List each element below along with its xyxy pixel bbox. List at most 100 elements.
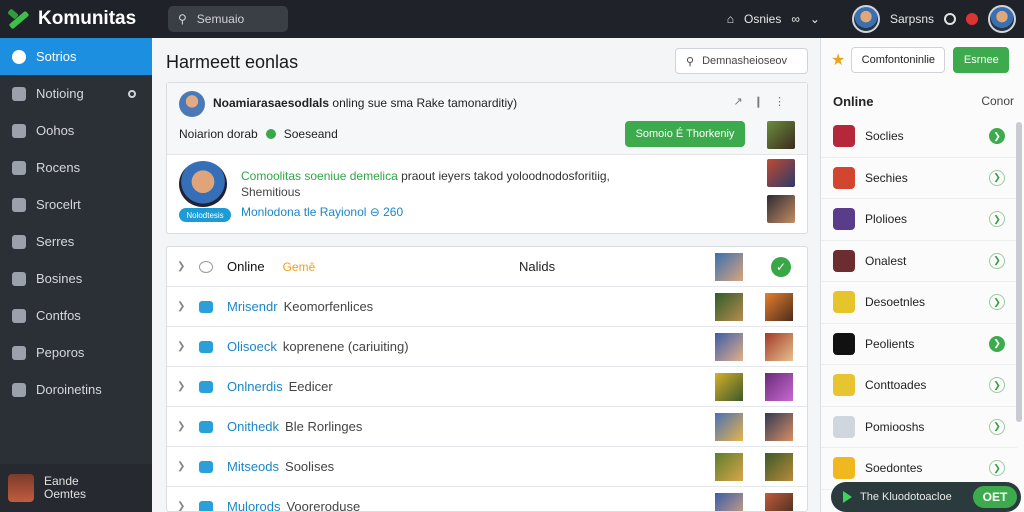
- content-search[interactable]: ⚲ Demnasheioseov: [675, 48, 808, 74]
- item-icon: [12, 234, 26, 249]
- sidebar-item-3[interactable]: Rocens: [0, 149, 152, 186]
- group-icon: [833, 208, 855, 231]
- sidebar-item-4[interactable]: Srocelrt: [0, 186, 152, 223]
- chevron-right-icon: ❯: [177, 421, 186, 432]
- online-item[interactable]: Pomiooshs ❯: [821, 407, 1017, 448]
- online-item[interactable]: Conttoades ❯: [821, 365, 1017, 407]
- sidebar-item-9[interactable]: Doroinetins: [0, 371, 152, 408]
- status-icon[interactable]: ❯: [989, 252, 1005, 269]
- thumbnail-image[interactable]: [767, 195, 795, 223]
- global-search[interactable]: ⚲ Semuaio: [168, 6, 288, 32]
- chat-label: The Kluodotoacloe: [860, 491, 952, 503]
- home-icon[interactable]: ⌂: [727, 12, 734, 26]
- poster-avatar[interactable]: [179, 91, 205, 117]
- status-icon[interactable]: ❯: [989, 294, 1005, 311]
- thumbnail-image[interactable]: [767, 121, 795, 149]
- user-tag: Nolodtesis: [179, 208, 231, 222]
- thumbnail-image[interactable]: [765, 373, 793, 401]
- item-icon: [12, 49, 26, 64]
- list-item[interactable]: ❯ Mitseods Soolises: [167, 447, 807, 487]
- post-actions-icon[interactable]: ↗ ❙ ⋮: [733, 95, 789, 108]
- thumbnail-image[interactable]: [715, 373, 743, 401]
- featured-link[interactable]: Monlodona tle Rayionol ⊖ 260: [241, 205, 403, 219]
- status-icon[interactable]: ❯: [989, 211, 1005, 228]
- link-icon[interactable]: ∞: [791, 12, 800, 26]
- check-icon[interactable]: ✓: [771, 257, 791, 277]
- badge-icon: [128, 89, 136, 98]
- sidebar-item-5[interactable]: Serres: [0, 223, 152, 260]
- thumbnail-image[interactable]: [715, 253, 743, 281]
- app-logo[interactable]: Komunitas: [0, 8, 160, 30]
- thumbnail-image[interactable]: [715, 413, 743, 441]
- group-icon: [833, 125, 855, 148]
- status-icon: [265, 129, 276, 139]
- secondary-button[interactable]: Comfontoninlie: [851, 47, 946, 73]
- item-icon: [12, 123, 26, 138]
- chat-bar[interactable]: The Kluodotoacloe OET: [831, 482, 1021, 512]
- thumbnail-image[interactable]: [765, 333, 793, 361]
- list-item[interactable]: ❯ Olisoeck koprenene (cariuiting): [167, 327, 807, 367]
- search-icon: ⚲: [686, 55, 695, 68]
- primary-action-button[interactable]: Somoio É Thorkeniy: [625, 121, 745, 147]
- sidebar-item-0[interactable]: Sotrios: [0, 38, 152, 75]
- status-icon[interactable]: ❯: [989, 128, 1005, 145]
- sidebar-item-2[interactable]: Oohos: [0, 112, 152, 149]
- list-item[interactable]: ❯ Mrisendr Keomorfenlices: [167, 287, 807, 327]
- online-item[interactable]: Plolioes ❯: [821, 199, 1017, 241]
- thumbnail-image[interactable]: [715, 333, 743, 361]
- item-icon: [12, 197, 26, 212]
- online-item[interactable]: Sechies ❯: [821, 158, 1017, 199]
- list-item[interactable]: ❯ Onithedk Ble Rorlinges: [167, 407, 807, 447]
- post-meta: Noiarion dorab Soeseand: [179, 127, 338, 141]
- status-icon[interactable]: ❯: [989, 169, 1005, 186]
- notification-icon[interactable]: [966, 13, 978, 25]
- status-icon[interactable]: ❯: [989, 418, 1005, 435]
- thumbnail-image[interactable]: [715, 293, 743, 321]
- status-icon[interactable]: ❯: [989, 335, 1005, 352]
- online-item[interactable]: Desoetnles ❯: [821, 282, 1017, 324]
- chat-button[interactable]: OET: [973, 486, 1017, 508]
- list-item[interactable]: ❯ Mulorods Vooreroduse: [167, 487, 807, 512]
- top-bar: Komunitas ⚲ Semuaio ⌂ Osnies ∞ ⌄ Sarpsns: [0, 0, 1024, 38]
- community-card: Noamiarasaesodlals onling sue sma Rake t…: [166, 82, 808, 234]
- sidebar-item-1[interactable]: Notioing: [0, 75, 152, 112]
- featured-avatar[interactable]: [179, 161, 227, 207]
- thumbnail-image[interactable]: [767, 159, 795, 187]
- settings-icon[interactable]: [944, 13, 956, 25]
- status-icon[interactable]: ❯: [989, 460, 1005, 477]
- sidebar-user[interactable]: Eande Oemtes: [0, 464, 152, 512]
- chevron-right-icon: ❯: [177, 501, 186, 512]
- thumbnail-image[interactable]: [765, 413, 793, 441]
- chevron-down-icon[interactable]: ⌄: [810, 12, 820, 26]
- sidebar-item-6[interactable]: Bosines: [0, 260, 152, 297]
- online-item[interactable]: Onalest ❯: [821, 241, 1017, 282]
- sidebar-item-8[interactable]: Peporos: [0, 334, 152, 371]
- thumbnail-image[interactable]: [765, 453, 793, 481]
- thumbnail-image[interactable]: [715, 493, 743, 511]
- user-label[interactable]: Sarpsns: [890, 12, 934, 26]
- sidebar: Sotrios Notioing Oohos Rocens Srocelrt S…: [0, 38, 152, 512]
- logo-icon: [8, 8, 32, 30]
- list-header[interactable]: ❯ Online Gemê Nalids ✓: [167, 247, 807, 287]
- search-icon: ⚲: [178, 12, 187, 26]
- thumbnail-image[interactable]: [765, 293, 793, 321]
- online-item-label: Desoetnles: [865, 295, 926, 310]
- online-item-label: Conttoades: [865, 378, 927, 393]
- online-item[interactable]: Soclies ❯: [821, 116, 1017, 158]
- thumbnail-image[interactable]: [765, 493, 793, 511]
- scrollbar[interactable]: [1016, 122, 1022, 422]
- list-item[interactable]: ❯ Onlnerdis Eedicer: [167, 367, 807, 407]
- online-sub[interactable]: Conor: [981, 94, 1014, 108]
- post-text: Noamiarasaesodlals onling sue sma Rake t…: [213, 96, 518, 110]
- primary-button[interactable]: Esrnee: [953, 47, 1010, 73]
- member-list: ❯ Online Gemê Nalids ✓ ❯ Mrisendr Keomor…: [166, 246, 808, 512]
- topbar-link[interactable]: Osnies: [744, 12, 781, 26]
- profile-avatar[interactable]: [988, 5, 1016, 33]
- thumbnail-image[interactable]: [715, 453, 743, 481]
- status-icon[interactable]: ❯: [989, 377, 1005, 394]
- row-icon: [199, 500, 213, 511]
- online-item[interactable]: Peolients ❯: [821, 324, 1017, 365]
- star-icon[interactable]: ★: [831, 50, 845, 70]
- user-avatar[interactable]: [851, 5, 880, 33]
- sidebar-item-7[interactable]: Contfos: [0, 297, 152, 334]
